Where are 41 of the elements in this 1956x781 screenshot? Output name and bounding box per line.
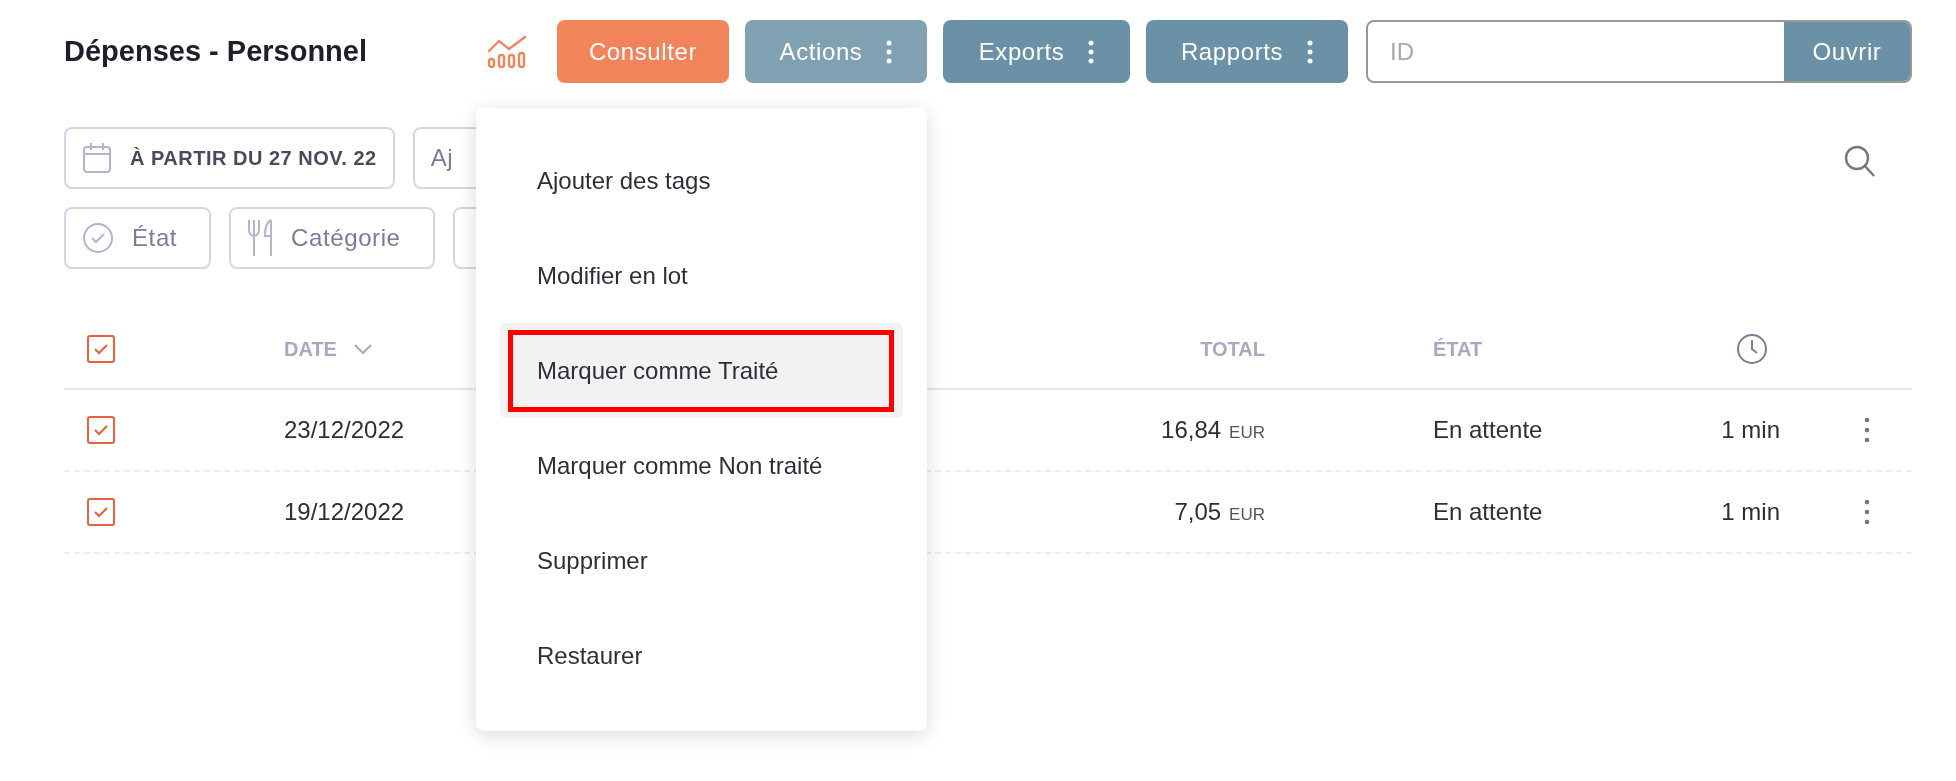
checkmark-icon [93, 342, 109, 355]
kebab-icon [886, 39, 893, 64]
amount-cell-text: 7,05 [1174, 497, 1222, 527]
checkmark-icon [93, 424, 109, 436]
fork-knife-icon [247, 219, 274, 257]
kebab-icon[interactable] [1864, 417, 1870, 443]
column-header[interactable]: DATE [284, 333, 373, 364]
date-cell: 19/12/2022 [284, 498, 405, 525]
checkbox[interactable] [87, 334, 115, 363]
filter-button[interactable]: À PARTIR DU 27 NOV. 22 [64, 127, 395, 189]
state-cell: En attente [1433, 416, 1543, 443]
kebab-icon[interactable] [1864, 499, 1870, 525]
checkbox[interactable] [87, 498, 115, 526]
menu-item[interactable]: Marquer comme Traité [500, 323, 903, 418]
kebab-icon [1307, 39, 1314, 64]
currency-label: EUR [1229, 422, 1265, 444]
kebab-icon [1088, 39, 1095, 64]
state-cell: En attente [1433, 498, 1543, 525]
column-header[interactable]: ÉTAT [1433, 333, 1483, 364]
toolbar-button[interactable]: Actions [745, 20, 927, 83]
toolbar-button[interactable]: Consulter [557, 20, 729, 83]
clock-icon[interactable] [1736, 332, 1768, 365]
check-circle-icon [82, 222, 114, 254]
open-button[interactable]: Ouvrir [1784, 22, 1910, 81]
filter-button[interactable]: État [64, 207, 212, 269]
amount-cell-text: 16,84 [1161, 415, 1222, 445]
toolbar-button[interactable]: Rapports [1146, 20, 1348, 83]
filter-button[interactable]: Catégorie [229, 207, 435, 269]
checkbox[interactable] [87, 416, 115, 444]
chart-icon[interactable] [487, 34, 529, 69]
currency-label: EUR [1229, 504, 1265, 526]
id-field[interactable]: ID Ouvrir [1366, 20, 1912, 83]
date-cell: 23/12/2022 [284, 416, 405, 443]
time-cell-text: 1 min [1721, 415, 1780, 445]
toolbar-button[interactable]: Exports [943, 20, 1130, 83]
page-title: Dépenses - Personnel [64, 34, 367, 67]
column-header[interactable]: TOTAL [1200, 333, 1265, 364]
calendar-icon [82, 142, 112, 174]
time-cell-text: 1 min [1721, 497, 1780, 527]
search-icon[interactable] [1844, 145, 1876, 179]
checkmark-icon [93, 506, 109, 518]
